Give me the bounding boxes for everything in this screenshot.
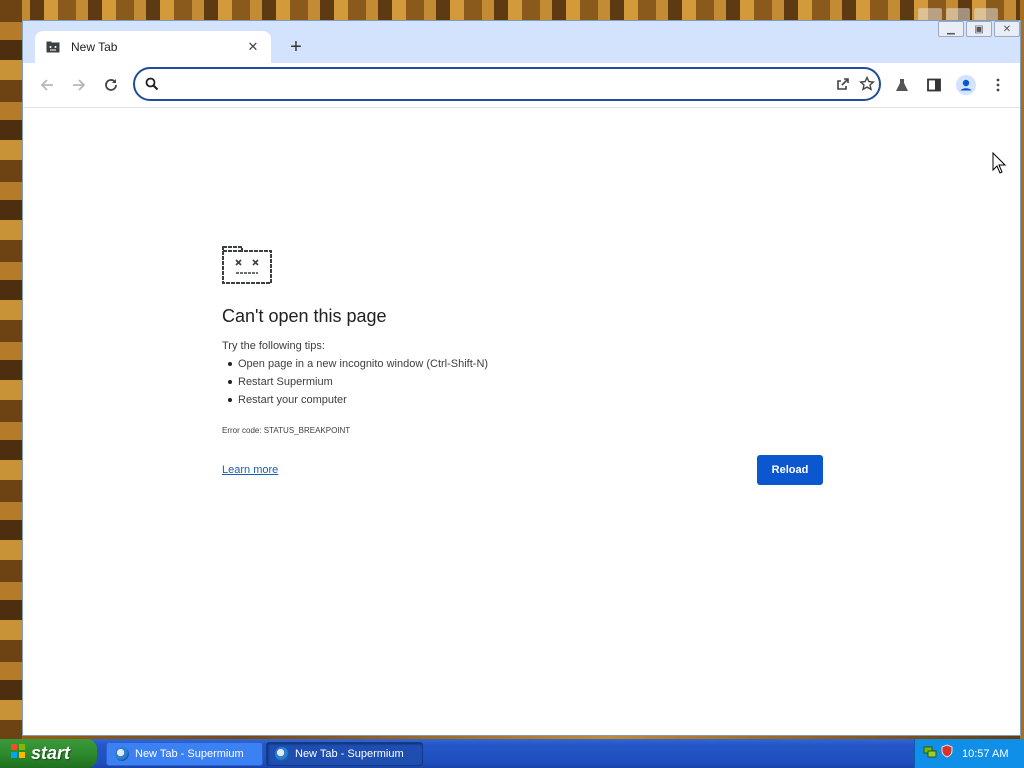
reload-button[interactable]	[99, 73, 123, 97]
profile-icon	[956, 75, 976, 95]
error-page: Can't open this page Try the following t…	[23, 108, 1020, 735]
labs-button[interactable]	[890, 73, 914, 97]
toolbar	[23, 63, 1020, 108]
title-bar: New Tab ✕ + ▁ ▣ ✕	[23, 21, 1020, 63]
reload-icon	[105, 79, 117, 91]
clock: 10:57 AM	[962, 747, 1009, 760]
share-icon[interactable]	[835, 76, 851, 97]
learn-more-link[interactable]: Learn more	[222, 464, 278, 476]
browser-icon	[275, 747, 289, 761]
desktop-wallpaper	[0, 0, 1024, 20]
kebab-menu-icon	[996, 78, 1000, 92]
maximize-button[interactable]: ▣	[966, 21, 992, 37]
profile-button[interactable]	[954, 73, 978, 97]
windows-logo-icon	[10, 743, 26, 764]
tips-intro: Try the following tips:	[222, 340, 325, 352]
taskbar: start New Tab - Supermium New Tab - Supe…	[0, 739, 1024, 768]
flask-icon	[896, 79, 908, 91]
new-tab-button[interactable]: +	[284, 35, 308, 59]
start-button[interactable]: start	[0, 739, 97, 768]
error-title: Can't open this page	[222, 306, 387, 326]
close-window-button[interactable]: ✕	[994, 21, 1020, 37]
address-input[interactable]	[169, 74, 823, 96]
taskbar-item-label: New Tab - Supermium	[135, 748, 244, 760]
minimize-button[interactable]: ▁	[938, 21, 964, 37]
sad-page-icon	[45, 39, 61, 55]
list-item: Restart your computer	[226, 393, 488, 411]
arrow-left-icon	[40, 79, 53, 91]
window-controls: ▁ ▣ ✕	[938, 21, 1020, 37]
tab-title: New Tab	[71, 40, 118, 54]
close-icon[interactable]: ✕	[245, 39, 261, 55]
menu-button[interactable]	[986, 73, 1010, 97]
list-item: Open page in a new incognito window (Ctr…	[226, 357, 488, 375]
start-label: start	[31, 743, 71, 763]
tab-new-tab[interactable]: New Tab ✕	[35, 31, 271, 63]
back-button[interactable]	[35, 73, 59, 97]
mouse-pointer-icon	[992, 151, 1007, 179]
reload-page-button[interactable]: Reload	[757, 455, 823, 485]
arrow-right-icon	[73, 79, 86, 91]
taskbar-item-label: New Tab - Supermium	[295, 748, 404, 760]
search-icon	[145, 77, 159, 96]
taskbar-item[interactable]: New Tab - Supermium	[106, 742, 263, 766]
taskbar-item-active[interactable]: New Tab - Supermium	[266, 742, 423, 766]
browser-window: New Tab ✕ + ▁ ▣ ✕ Can't open this page T…	[22, 20, 1021, 736]
star-icon[interactable]	[858, 75, 876, 97]
side-panel-button[interactable]	[922, 73, 946, 97]
forward-button[interactable]	[67, 73, 91, 97]
side-panel-icon	[927, 78, 941, 92]
error-code: Error code: STATUS_BREAKPOINT	[222, 426, 351, 435]
desktop-wallpaper-left	[0, 0, 22, 740]
network-icon[interactable]	[923, 744, 937, 763]
browser-icon	[115, 747, 129, 761]
address-bar[interactable]	[133, 67, 881, 101]
sad-page-icon	[222, 242, 272, 289]
shield-icon[interactable]	[940, 744, 954, 763]
tips-list: Open page in a new incognito window (Ctr…	[226, 357, 488, 411]
system-tray: 10:57 AM	[914, 739, 1024, 768]
list-item: Restart Supermium	[226, 375, 488, 393]
